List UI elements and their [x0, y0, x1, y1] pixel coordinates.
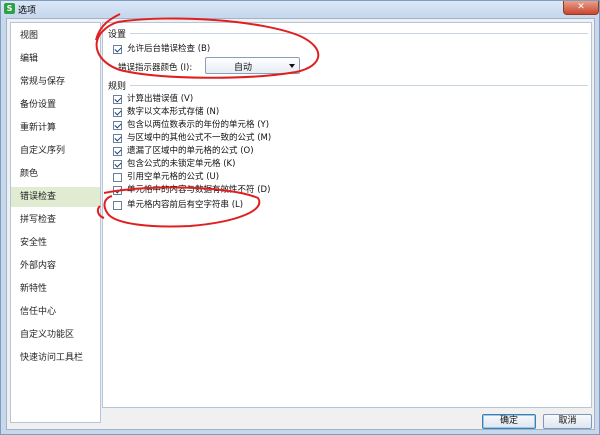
rule-option-omitted-cells[interactable]: 遗漏了区域中的单元格的公式 (O)	[113, 145, 254, 157]
settings-divider	[130, 33, 588, 34]
rule-option-two-digit-years[interactable]: 包含以两位数表示的年份的单元格 (Y)	[113, 119, 269, 131]
rule-label: 计算出错误值 (V)	[127, 94, 194, 104]
sidebar-item-error-checking[interactable]: 错误检查	[11, 187, 100, 207]
sidebar-item-backup[interactable]: 备份设置	[11, 95, 100, 115]
rule-option-leading-trailing-spaces[interactable]: 单元格内容前后有空字符串 (L)	[113, 199, 243, 211]
rule-label: 包含公式的未锁定单元格 (K)	[127, 159, 236, 169]
sidebar-item-general-save[interactable]: 常规与保存	[11, 72, 100, 92]
rule-checkbox[interactable]	[113, 185, 122, 195]
sidebar-item-view[interactable]: 视图	[11, 26, 100, 46]
sidebar-item-quick-access-toolbar[interactable]: 快速访问工具栏	[11, 348, 100, 368]
rule-label: 包含以两位数表示的年份的单元格 (Y)	[127, 120, 270, 130]
sidebar-item-external-content[interactable]: 外部内容	[11, 256, 100, 276]
sidebar-item-recalculate[interactable]: 重新计算	[11, 118, 100, 138]
sidebar-item-color[interactable]: 颜色	[11, 164, 100, 184]
rule-checkbox[interactable]	[113, 107, 122, 117]
options-sidebar: 视图 编辑 常规与保存 备份设置 重新计算 自定义序列 颜色 错误检查 拼写检查…	[10, 22, 101, 423]
background-check-option[interactable]: 允许后台错误检查 (B)	[113, 43, 210, 55]
indicator-color-select[interactable]: 自动	[205, 57, 300, 74]
rule-checkbox[interactable]	[113, 200, 122, 210]
background-check-checkbox[interactable]	[113, 44, 122, 54]
rule-option-unlocked-formula-cells[interactable]: 包含公式的未锁定单元格 (K)	[113, 158, 235, 170]
rule-label: 遗漏了区域中的单元格的公式 (O)	[127, 146, 254, 156]
background-check-label: 允许后台错误检查 (B)	[127, 44, 211, 54]
sidebar-item-customize-ribbon[interactable]: 自定义功能区	[11, 325, 100, 345]
rule-checkbox[interactable]	[113, 94, 122, 104]
settings-section-title: 设置	[108, 27, 130, 40]
rule-checkbox[interactable]	[113, 146, 122, 156]
sidebar-item-custom-lists[interactable]: 自定义序列	[11, 141, 100, 161]
rule-checkbox[interactable]	[113, 120, 122, 130]
rule-checkbox[interactable]	[113, 172, 122, 182]
indicator-color-label: 错误指示器颜色 (I):	[118, 63, 193, 73]
wps-app-icon: S	[4, 3, 15, 14]
rules-section-title: 规则	[108, 79, 130, 92]
rule-label: 数字以文本形式存储 (N)	[127, 107, 220, 117]
rule-label: 与区域中的其他公式不一致的公式 (M)	[127, 133, 272, 143]
rule-option-error-values[interactable]: 计算出错误值 (V)	[113, 93, 193, 105]
close-button[interactable]: ✕	[563, 1, 599, 15]
sidebar-item-spell-check[interactable]: 拼写检查	[11, 210, 100, 230]
chevron-down-icon	[289, 64, 295, 68]
rule-label: 单元格中的内容与数据有效性不符 (D)	[127, 185, 271, 195]
rule-option-data-validation[interactable]: 单元格中的内容与数据有效性不符 (D)	[113, 184, 270, 196]
sidebar-item-edit[interactable]: 编辑	[11, 49, 100, 69]
rule-label: 单元格内容前后有空字符串 (L)	[127, 200, 244, 210]
sidebar-item-new-features[interactable]: 新特性	[11, 279, 100, 299]
rule-option-empty-cell-reference[interactable]: 引用空单元格的公式 (U)	[113, 171, 219, 183]
sidebar-item-security[interactable]: 安全性	[11, 233, 100, 253]
error-checking-panel: 设置 允许后台错误检查 (B) 错误指示器颜色 (I): 自动 规则 计算出错误…	[102, 22, 592, 408]
ok-button[interactable]: 确定	[482, 414, 536, 429]
options-dialog: S 选项 ✕ 视图 编辑 常规与保存 备份设置 重新计算 自定义序列 颜色 错误…	[0, 0, 600, 435]
rule-option-inconsistent-formula[interactable]: 与区域中的其他公式不一致的公式 (M)	[113, 132, 271, 144]
rule-checkbox[interactable]	[113, 133, 122, 143]
title-bar[interactable]: S 选项 ✕	[1, 1, 599, 17]
indicator-color-value: 自动	[234, 63, 253, 73]
dialog-client: 视图 编辑 常规与保存 备份设置 重新计算 自定义序列 颜色 错误检查 拼写检查…	[6, 18, 595, 430]
window-title: 选项	[18, 6, 37, 16]
rule-option-numbers-as-text[interactable]: 数字以文本形式存储 (N)	[113, 106, 219, 118]
rule-checkbox[interactable]	[113, 159, 122, 169]
rule-label: 引用空单元格的公式 (U)	[127, 172, 220, 182]
cancel-button[interactable]: 取消	[543, 414, 592, 429]
rules-divider	[130, 85, 588, 86]
sidebar-item-trust-center[interactable]: 信任中心	[11, 302, 100, 322]
